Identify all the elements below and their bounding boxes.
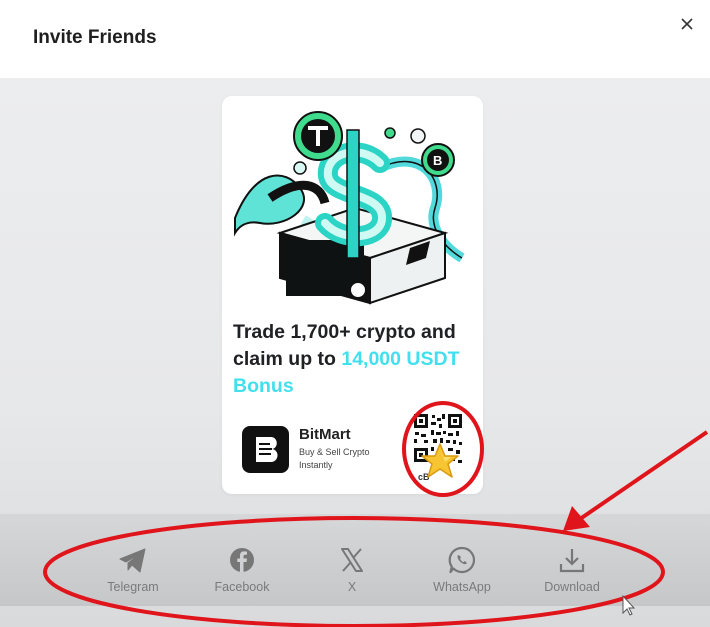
- share-whatsapp-button[interactable]: WhatsApp: [417, 545, 507, 605]
- card-headline: Trade 1,700+ crypto and claim up to 14,0…: [233, 319, 478, 400]
- hero-illustration: B: [234, 111, 465, 305]
- share-download-button[interactable]: Download: [527, 545, 617, 605]
- modal-header: Invite Friends: [0, 0, 710, 78]
- close-button[interactable]: [676, 13, 698, 35]
- star-icon: [421, 443, 459, 478]
- share-label: X: [347, 580, 357, 594]
- whatsapp-icon: [448, 546, 476, 574]
- share-label: Telegram: [107, 580, 159, 594]
- share-label: Download: [544, 580, 600, 594]
- x-icon: [341, 548, 363, 572]
- bitmart-logo: [242, 426, 289, 473]
- invite-card: B Trade 1,700+ crypto and claim up to 14…: [222, 96, 483, 494]
- share-telegram-button[interactable]: Telegram: [88, 545, 178, 605]
- facebook-icon: [230, 548, 254, 572]
- app-name: BitMart: [299, 426, 351, 443]
- modal-title: Invite Friends: [33, 27, 157, 48]
- share-label: WhatsApp: [433, 580, 491, 594]
- share-label: Facebook: [214, 580, 270, 594]
- app-tagline: Buy & Sell Crypto Instantly: [299, 447, 370, 470]
- close-icon: [681, 18, 693, 30]
- share-x-button[interactable]: X: [307, 545, 397, 605]
- svg-text:B: B: [433, 153, 442, 168]
- download-icon: [559, 549, 585, 573]
- telegram-icon: [119, 548, 146, 573]
- share-facebook-button[interactable]: Facebook: [197, 545, 287, 605]
